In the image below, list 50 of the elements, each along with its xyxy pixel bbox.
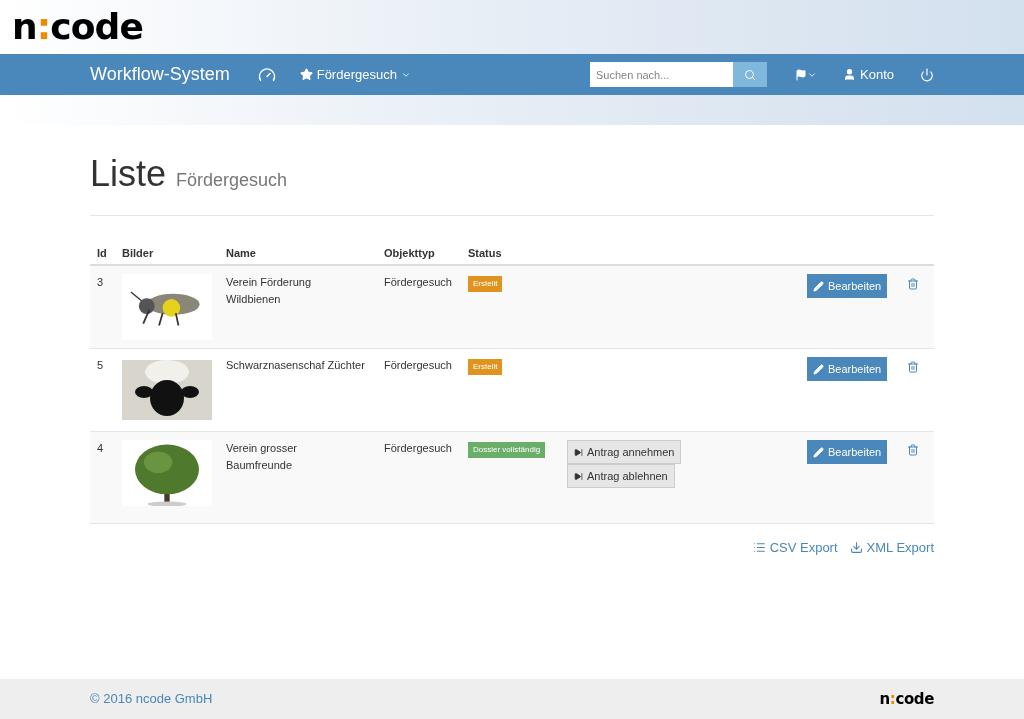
flag-icon [795, 68, 807, 81]
name-cell-text: Schwarznasenschaf Züchter [226, 358, 366, 373]
ncode-logo: n:code [879, 691, 934, 707]
action-button[interactable]: Antrag annehmen [567, 440, 682, 464]
type-cell-text: Fördergesuch [384, 358, 453, 373]
id-cell-text: 3 [96, 275, 105, 290]
pencil-icon [813, 446, 824, 458]
column-header: Status [468, 245, 503, 261]
search-icon [744, 68, 756, 81]
edit-button[interactable]: Bearbeiten [807, 357, 888, 381]
logout-icon[interactable] [920, 67, 934, 82]
account-link[interactable]: Konto [843, 64, 894, 85]
delete-icon[interactable] [907, 278, 920, 290]
search-field[interactable]: Suchen nach... [590, 62, 733, 87]
flag-dropdown[interactable] [795, 68, 817, 81]
name-cell-text: Verein grosser Baumfreunde [226, 441, 298, 473]
column-header: Name [226, 245, 257, 261]
export-link[interactable]: XML Export [849, 538, 934, 558]
type-cell-text: Fördergesuch [384, 441, 453, 456]
pencil-icon [813, 280, 824, 292]
column-header: Bilder [122, 245, 155, 261]
column-header: Objekttyp [384, 245, 436, 261]
user-icon [843, 68, 856, 81]
delete-icon[interactable] [907, 444, 920, 456]
list-icon [752, 541, 766, 555]
column-header: Id [96, 245, 108, 261]
status-badge: Erstellt [468, 276, 503, 292]
ncode-logo: n:code [12, 9, 143, 45]
download-icon [849, 541, 863, 555]
copyright-text: © 2016 ncode GmbH [90, 690, 213, 709]
status-badge: Dossier vollständig [468, 442, 546, 458]
name-cell-text: Verein Förderung Wildbienen [226, 275, 312, 307]
delete-icon[interactable] [907, 361, 920, 373]
page-subtitle: Fördergesuch [176, 169, 288, 192]
action-button[interactable]: Antrag ablehnen [567, 464, 675, 488]
menu-dropdown[interactable]: Fördergesuch [299, 64, 411, 85]
type-cell-text: Fördergesuch [384, 275, 453, 290]
skip-icon [574, 447, 583, 457]
page-title: Liste [90, 152, 167, 196]
export-link[interactable]: CSV Export [752, 538, 838, 558]
edit-button[interactable]: Bearbeiten [807, 274, 888, 298]
status-badge: Erstellt [468, 359, 503, 375]
pencil-icon [813, 363, 824, 375]
id-cell-text: 4 [96, 441, 105, 456]
id-cell-text: 5 [96, 358, 105, 373]
brand-link[interactable]: Workflow-System [90, 61, 230, 88]
edit-button[interactable]: Bearbeiten [807, 440, 888, 464]
star-icon [299, 68, 313, 81]
dashboard-icon[interactable] [257, 65, 276, 84]
skip-icon [574, 471, 583, 481]
